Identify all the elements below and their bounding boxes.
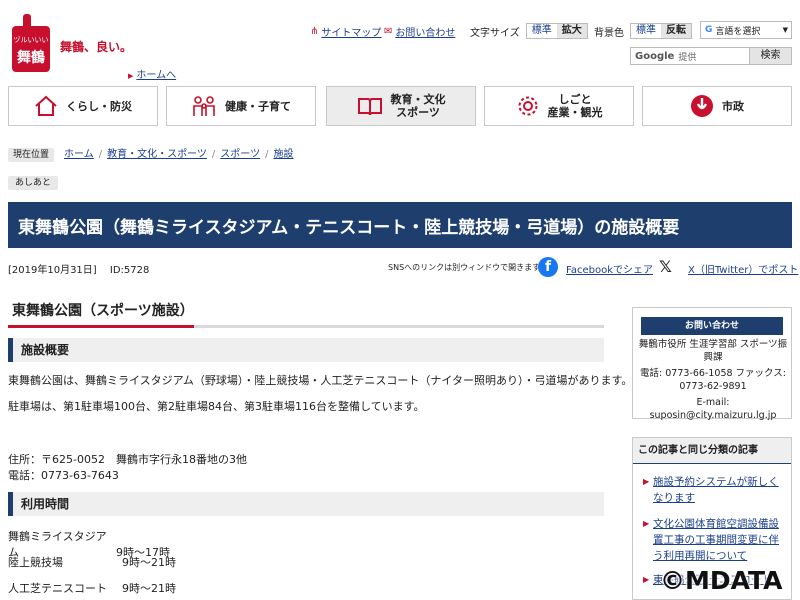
sitemap-label: サイトマップ <box>321 27 382 39</box>
facebook-share-link[interactable]: Facebookでシェア <box>566 261 653 276</box>
hours-row: 人工芝テニスコート 9時～21時 <box>8 580 176 596</box>
arrow-right-icon: ▶ <box>643 477 650 486</box>
breadcrumb-sports[interactable]: スポーツ <box>220 148 260 162</box>
nav-label: しごと 産業・観光 <box>547 93 603 119</box>
google-g-icon: G <box>705 25 713 35</box>
site-tagline: 舞鶴、良い。 <box>60 40 133 54</box>
address-text: 住所：〒625-0052 舞鶴市字行永18番地の3他 <box>8 453 247 466</box>
mail-icon: ✉ <box>384 25 393 37</box>
house-icon <box>34 95 58 117</box>
site-logo[interactable]: ヅルいいい 舞鶴 <box>8 12 54 74</box>
heading-underline-accent <box>8 325 194 328</box>
phone-text: 電話：0773-63-7643 <box>8 469 119 482</box>
font-normal-button[interactable]: 標準 <box>526 24 557 38</box>
nav-label: 健康・子育て <box>225 99 291 113</box>
svg-text:舞鶴: 舞鶴 <box>17 49 45 66</box>
breadcrumb-separator-icon: / <box>265 149 269 160</box>
search-hint: 提供 <box>678 52 697 63</box>
gear-icon <box>516 94 540 118</box>
language-select-label: 言語を選択 <box>715 26 761 37</box>
x-icon[interactable]: 𝕏 <box>659 257 672 277</box>
font-large-button[interactable]: 拡大 <box>556 24 587 38</box>
font-size-control: 文字サイズ 標準 拡大 <box>470 23 588 39</box>
nav-living-disaster[interactable]: くらし・防災 <box>8 86 158 126</box>
content-heading-text: 東舞鶴公園（スポーツ施設） <box>12 303 194 319</box>
hours-facility: 陸上競技場 <box>8 556 63 569</box>
breadcrumb-facilities[interactable]: 施設 <box>273 148 293 162</box>
facebook-icon[interactable]: f <box>538 257 558 277</box>
breadcrumb-separator-icon: / <box>98 149 103 160</box>
home-link[interactable]: ホームへ <box>128 66 176 81</box>
hours-time: 9時～21時 <box>122 556 176 569</box>
related-articles-heading: この記事と同じ分類の記事 <box>633 438 791 464</box>
contact-phone-fax: 電話: 0773-66-1058 ファックス: 0773-62-9891 <box>640 368 786 392</box>
section-hours: 利用時間 <box>8 492 604 516</box>
nav-label: くらし・防災 <box>66 99 132 113</box>
sitemap-icon: ⋔ <box>310 25 319 37</box>
contact-department: 舞鶴市役所 生涯学習部 スポーツ振興課 <box>638 339 788 363</box>
site-search: Google 提供 検索 <box>630 47 792 65</box>
nav-education-culture-sports[interactable]: 教育・文化 スポーツ <box>326 86 476 126</box>
contact-label: お問い合わせ <box>395 27 456 39</box>
related-article-item: ▶ 文化公園体育館空調設備設置工事の工事期間変更に伴う利用再開について <box>643 516 789 564</box>
content-heading: 東舞鶴公園（スポーツ施設） <box>8 300 604 328</box>
bg-invert-button[interactable]: 反転 <box>661 24 691 38</box>
x-post-link[interactable]: X（旧Twitter）でポスト <box>688 261 798 276</box>
contact-box: お問い合わせ 舞鶴市役所 生涯学習部 スポーツ振興課 電話: 0773-66-1… <box>632 307 792 422</box>
related-article-link[interactable]: 文化公園体育館空調設備設置工事の工事期間変更に伴う利用再開について <box>643 516 789 564</box>
font-size-label: 文字サイズ <box>470 27 520 39</box>
article-meta: [2019年10月31日] ID:5728 <box>8 261 149 276</box>
hours-time: 9時～21時 <box>122 582 176 595</box>
breadcrumb-label: 現在位置 <box>8 148 55 162</box>
family-icon <box>191 95 217 117</box>
breadcrumb-education[interactable]: 教育・文化・スポーツ <box>107 148 207 162</box>
arrow-right-icon: ▶ <box>643 519 650 528</box>
article-id: ID:5728 <box>109 265 150 276</box>
page-title: 東舞鶴公園（舞鶴ミライスタジアム・テニスコート・陸上競技場・弓道場）の施設概要 <box>8 202 792 248</box>
bg-normal-button[interactable]: 標準 <box>631 24 661 38</box>
city-emblem-icon <box>690 94 714 118</box>
section-facility-overview: 施設概要 <box>8 338 604 362</box>
bg-color-label: 背景色 <box>594 27 624 39</box>
hours-facility: 人工芝テニスコート <box>8 582 107 595</box>
chevron-down-icon: ▼ <box>782 26 788 34</box>
sitemap-link[interactable]: ⋔ サイトマップ <box>310 23 381 39</box>
nav-work-industry-tourism[interactable]: しごと 産業・観光 <box>484 86 634 126</box>
language-select[interactable]: G 言語を選択 ▼ <box>700 21 792 39</box>
nav-label: 市政 <box>722 99 744 113</box>
related-article-item: ▶ 施設予約システムが新しくなります <box>643 474 789 506</box>
breadcrumb-home[interactable]: ホーム <box>64 148 94 162</box>
hours-row: 陸上競技場 9時～21時 <box>8 554 176 570</box>
arrow-right-icon: ▶ <box>643 575 650 584</box>
contact-link[interactable]: ✉ お問い合わせ <box>384 23 455 39</box>
svg-text:ヅルいいい: ヅルいいい <box>14 36 49 44</box>
contact-email[interactable]: E-mail: suposin@city.maizuru.lg.jp <box>637 396 789 422</box>
search-input[interactable]: Google 提供 <box>630 47 750 65</box>
breadcrumb-separator-icon: / <box>211 149 216 160</box>
nav-city-government[interactable]: 市政 <box>642 86 792 126</box>
sns-note: SNSへのリンクは別ウィンドウで開きます <box>388 263 541 272</box>
watermark: ©MDATA <box>660 566 783 595</box>
logo-mark-icon: ヅルいいい 舞鶴 <box>12 14 50 72</box>
contact-box-body: 舞鶴市役所 生涯学習部 スポーツ振興課 電話: 0773-66-1058 ファッ… <box>637 338 789 422</box>
related-article-link[interactable]: 施設予約システムが新しくなります <box>643 474 789 506</box>
publish-date: [2019年10月31日] <box>8 265 97 276</box>
footprint-label: あしあと <box>8 176 59 190</box>
search-brand: Google <box>635 50 675 62</box>
overview-paragraph: 東舞鶴公園は、舞鶴ミライスタジアム（野球場）・陸上競技場・人工芝テニスコート（ナ… <box>8 374 633 387</box>
book-icon <box>357 95 383 117</box>
search-button[interactable]: 検索 <box>750 47 792 65</box>
nav-label: 教育・文化 スポーツ <box>390 93 446 119</box>
parking-paragraph: 駐車場は、第1駐車場100台、第2駐車場84台、第3駐車場116台を整備していま… <box>8 400 425 413</box>
breadcrumb: ホーム / 教育・文化・スポーツ / スポーツ / 施設 <box>64 148 293 162</box>
contact-box-heading: お問い合わせ <box>641 317 783 335</box>
nav-health-childcare[interactable]: 健康・子育て <box>166 86 316 126</box>
bg-color-control: 背景色 標準 反転 <box>594 23 692 39</box>
